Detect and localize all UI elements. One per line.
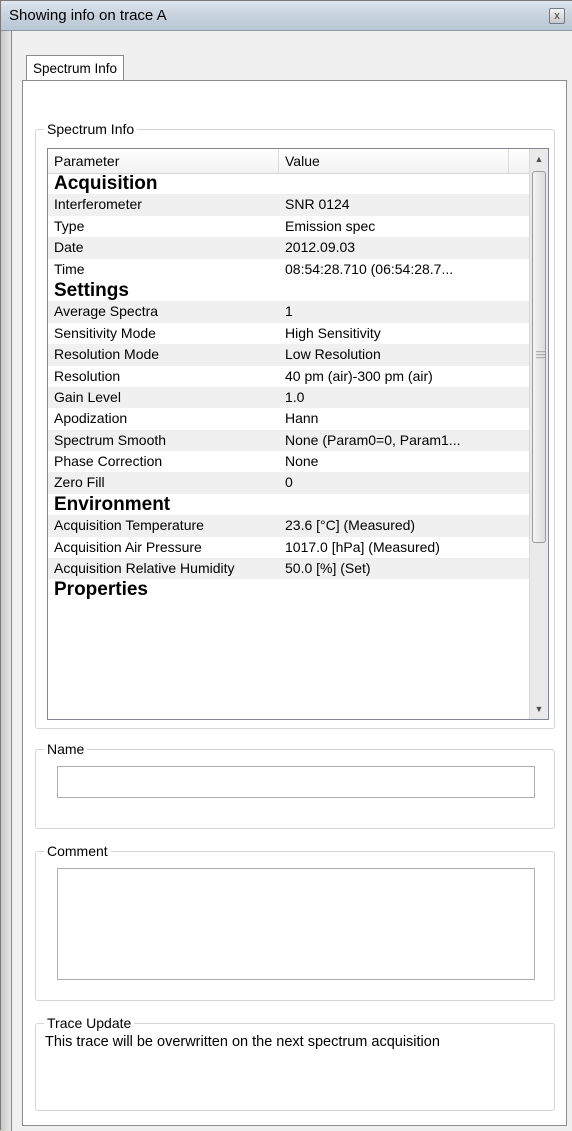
close-icon: x — [554, 10, 560, 22]
window-title: Showing info on trace A — [9, 7, 167, 24]
value-cell: 23.6 [°C] (Measured) — [285, 517, 416, 534]
value-cell: Hann — [285, 410, 319, 427]
scroll-up-button[interactable]: ▲ — [530, 149, 548, 169]
window-edge — [1, 31, 11, 1131]
parameter-cell: Phase Correction — [54, 453, 163, 470]
value-cell: 1 — [285, 303, 293, 320]
value-cell: 1017.0 [hPa] (Measured) — [285, 538, 440, 555]
grid-section-row[interactable]: Properties — [48, 579, 530, 600]
parameter-cell: Time — [54, 260, 85, 277]
parameter-cell: Spectrum Smooth — [54, 431, 167, 448]
grid-header: Parameter Value — [48, 149, 530, 174]
parameter-cell: Sensitivity Mode — [54, 324, 156, 341]
spectrum-info-group: Spectrum Info Parameter Value Acquisitio… — [35, 121, 555, 729]
column-header-value[interactable]: Value — [279, 149, 509, 173]
tab-spectrum-info[interactable]: Spectrum Info — [26, 55, 125, 81]
parameter-cell: Acquisition Temperature — [54, 517, 204, 534]
trace-update-group-label: Trace Update — [44, 1015, 135, 1031]
parameter-cell: Acquisition Relative Humidity — [54, 560, 235, 577]
grid-rows: Acquisition Interferometer SNR 0124 Type Emi… — [48, 173, 530, 601]
scroll-thumb[interactable]: — — — — [532, 171, 546, 543]
grid-row[interactable]: Resolution 40 pm (air)-300 pm (air) — [48, 366, 530, 387]
section-label: Environment — [54, 493, 171, 515]
parameter-cell: Average Spectra — [54, 303, 159, 320]
title-bar[interactable]: Showing info on trace A x — [1, 1, 572, 31]
parameter-cell: Apodization — [54, 410, 128, 427]
grid-scrollbar[interactable]: ▲ — — — ▼ — [529, 149, 548, 719]
grid-row[interactable]: Date 2012.09.03 — [48, 237, 530, 259]
parameter-cell: Date — [54, 239, 84, 256]
comment-textarea[interactable] — [57, 868, 535, 980]
grid-section-row[interactable]: Settings — [48, 280, 530, 301]
parameter-cell: Resolution Mode — [54, 346, 160, 363]
grid-row[interactable]: Acquisition Air Pressure 1017.0 [hPa] (Me… — [48, 537, 530, 558]
grid-row[interactable]: Phase Correction None — [48, 451, 530, 472]
grid-row[interactable]: Sensitivity Mode High Sensitivity — [48, 323, 530, 344]
value-cell: Emission spec — [285, 217, 376, 234]
grid-row[interactable]: Interferometer SNR 0124 — [48, 194, 530, 216]
parameter-cell: Gain Level — [54, 388, 121, 405]
comment-group: Comment — [35, 843, 555, 1001]
property-grid[interactable]: Parameter Value Acquisition Interferomete… — [47, 148, 549, 720]
parameter-cell: Interferometer — [54, 196, 142, 213]
grid-row[interactable]: Average Spectra 1 — [48, 301, 530, 323]
comment-group-label: Comment — [44, 843, 111, 859]
scroll-up-icon: ▲ — [534, 154, 544, 164]
value-cell: None (Param0=0, Param1... — [285, 431, 461, 448]
name-group-label: Name — [44, 741, 88, 757]
grid-row[interactable]: Gain Level 1.0 — [48, 386, 530, 409]
grid-row[interactable]: Acquisition Relative Humidity 50.0 [%] (S… — [48, 558, 530, 580]
parameter-cell: Zero Fill — [54, 474, 105, 491]
grid-section-row[interactable]: Environment — [48, 494, 530, 515]
spectrum-info-window: Showing info on trace A x Spectrum Info … — [0, 0, 572, 1131]
grid-section-row[interactable]: Acquisition — [48, 173, 530, 194]
grid-row[interactable]: Resolution Mode Low Resolution — [48, 344, 530, 366]
scroll-down-icon: ▼ — [534, 704, 544, 714]
section-label: Properties — [54, 579, 148, 601]
close-button[interactable]: x — [549, 8, 565, 24]
value-cell: High Sensitivity — [285, 324, 381, 341]
scroll-down-button[interactable]: ▼ — [530, 699, 548, 719]
name-group: Name — [35, 741, 555, 829]
column-header-parameter[interactable]: Parameter — [48, 149, 279, 173]
spectrum-info-group-label: Spectrum Info — [44, 121, 138, 137]
grid-row[interactable]: Spectrum Smooth None (Param0=0, Param1... — [48, 429, 530, 452]
grid-row[interactable]: Acquisition Temperature 23.6 [°C] (Measur… — [48, 515, 530, 537]
value-cell: 0 — [285, 474, 293, 491]
parameter-cell: Resolution — [54, 367, 121, 384]
value-cell: 1.0 — [285, 388, 305, 405]
value-cell: 08:54:28.710 (06:54:28.7... — [285, 260, 454, 277]
grid-row[interactable]: Type Emission spec — [48, 216, 530, 237]
value-cell: 50.0 [%] (Set) — [285, 560, 371, 577]
client-area: Spectrum Info Spectrum Info Parameter Va… — [11, 31, 572, 1131]
grid-row[interactable]: Apodization Hann — [48, 408, 530, 429]
tab-page: Spectrum Info Parameter Value Acquisitio… — [22, 80, 567, 1126]
parameter-cell: Acquisition Air Pressure — [54, 538, 202, 555]
trace-update-group: Trace Update This trace will be overwrit… — [35, 1015, 555, 1111]
value-cell: Low Resolution — [285, 346, 381, 363]
section-label: Settings — [54, 279, 129, 301]
value-cell: None — [285, 453, 319, 470]
section-label: Acquisition — [54, 173, 158, 194]
parameter-cell: Type — [54, 217, 85, 234]
value-cell: SNR 0124 — [285, 196, 350, 213]
grid-row[interactable]: Zero Fill 0 — [48, 472, 530, 494]
grip-icon: — — — — [536, 346, 545, 362]
name-input[interactable] — [57, 766, 535, 798]
value-cell: 2012.09.03 — [285, 239, 356, 256]
value-cell: 40 pm (air)-300 pm (air) — [285, 367, 433, 384]
grid-row[interactable]: Time 08:54:28.710 (06:54:28.7... — [48, 259, 530, 280]
trace-update-message: This trace will be overwritten on the ne… — [45, 1034, 440, 1050]
